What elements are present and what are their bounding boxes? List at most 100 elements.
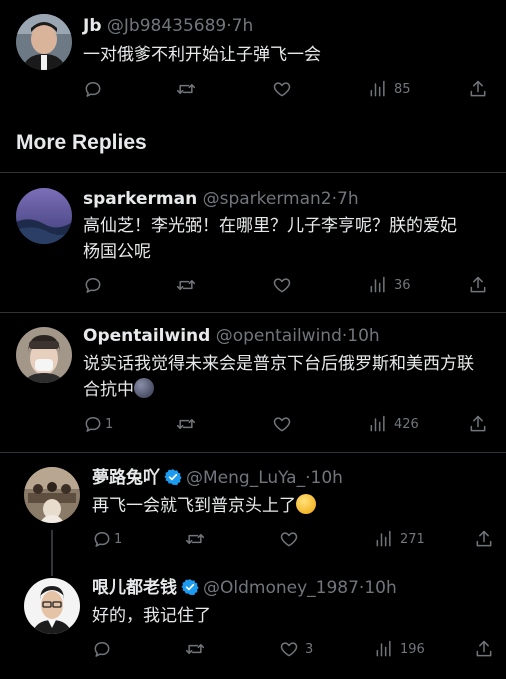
retweet-button[interactable] <box>176 78 196 100</box>
views-icon <box>370 80 385 97</box>
tweet-text: 说实话我觉得未来会是普京下台后俄罗斯和美西方联合抗中 <box>83 351 483 403</box>
tweet-jb[interactable]: Jb @Jb98435689·7h 一对俄爹不利开始让子弹飞一会 85 <box>0 0 506 110</box>
tweet-sparkerman[interactable]: sparkerman @sparkerman2·7h 高仙芝！李光弼！在哪里？儿… <box>0 173 506 311</box>
timestamp[interactable]: 10h <box>364 578 396 598</box>
share-button[interactable] <box>468 274 488 296</box>
share-icon <box>476 640 492 657</box>
handle[interactable]: @opentailwind <box>216 326 342 346</box>
reply-count: 1 <box>114 531 123 547</box>
views-icon <box>370 415 385 432</box>
views-icon <box>376 530 391 547</box>
retweet-button[interactable] <box>185 638 205 660</box>
handle[interactable]: @Meng_LuYa_ <box>186 468 305 488</box>
views-button[interactable]: 36 <box>368 274 411 296</box>
tweet-header: 夢路兔吖 @Meng_LuYa_·10h <box>92 467 343 492</box>
retweet-button[interactable] <box>176 413 196 435</box>
tweet-text: 再飞一会就飞到普京头上了 <box>92 493 502 519</box>
avatar[interactable] <box>24 467 80 523</box>
handle[interactable]: @Oldmoney_1987 <box>203 578 359 598</box>
reply-button[interactable]: 1 <box>83 413 113 435</box>
views-button[interactable]: 196 <box>374 638 425 660</box>
like-icon <box>273 82 291 97</box>
tweet-oldmoney[interactable]: 哏儿都老钱 @Oldmoney_1987·10h 好的，我记住了 3 196 <box>0 564 506 679</box>
tweet-opentailwind[interactable]: Opentailwind @opentailwind·10h 说实话我觉得未来会… <box>0 313 506 451</box>
reply-button[interactable] <box>83 274 109 296</box>
like-count: 3 <box>305 641 314 657</box>
views-count: 85 <box>394 81 411 97</box>
display-name[interactable]: Jb <box>83 16 102 36</box>
retweet-icon <box>176 84 196 94</box>
timestamp[interactable]: 7h <box>337 189 359 209</box>
tweet-menglu[interactable]: 夢路兔吖 @Meng_LuYa_·10h 再飞一会就飞到普京头上了 1 271 <box>0 453 506 563</box>
reply-button[interactable]: 1 <box>92 528 122 550</box>
views-count: 271 <box>400 531 425 547</box>
views-count: 426 <box>394 416 419 432</box>
like-icon <box>273 417 291 432</box>
share-button[interactable] <box>468 78 488 100</box>
tweet-header: sparkerman @sparkerman2·7h <box>83 188 359 210</box>
tweet-text: 一对俄爹不利开始让子弹飞一会 <box>83 45 321 65</box>
views-count: 36 <box>394 277 411 293</box>
action-bar: 1 426 <box>83 413 493 435</box>
timestamp[interactable]: 10h <box>311 468 343 488</box>
reply-icon <box>94 642 110 657</box>
reply-icon <box>85 417 101 432</box>
tweet-text: 好的，我记住了 <box>92 606 211 626</box>
reply-icon <box>85 278 101 293</box>
new-moon-face-icon <box>134 378 154 398</box>
retweet-icon <box>185 644 205 654</box>
retweet-icon <box>176 280 196 290</box>
views-count: 196 <box>400 641 425 657</box>
avatar[interactable] <box>16 14 72 70</box>
tweet-text-content: 再飞一会就飞到普京头上了 <box>92 496 296 516</box>
timestamp[interactable]: 7h <box>232 16 254 36</box>
handle[interactable]: @Jb98435689 <box>107 16 226 36</box>
like-icon <box>280 642 298 657</box>
like-button[interactable] <box>272 274 292 296</box>
avatar[interactable] <box>16 327 72 383</box>
verified-icon <box>164 468 182 492</box>
reply-button[interactable] <box>92 638 118 660</box>
retweet-button[interactable] <box>176 274 196 296</box>
display-name[interactable]: 夢路兔吖 <box>92 468 160 488</box>
views-icon <box>370 276 385 293</box>
share-icon <box>470 276 486 293</box>
tweet-header: Jb @Jb98435689·7h <box>83 15 253 37</box>
views-button[interactable]: 85 <box>368 78 411 100</box>
tweet-text: 高仙芝！李光弼！在哪里？儿子李亨呢？朕的爱妃 杨国公呢 <box>83 216 457 262</box>
like-button[interactable] <box>272 413 292 435</box>
reply-button[interactable] <box>83 78 109 100</box>
share-button[interactable] <box>474 638 494 660</box>
retweet-button[interactable] <box>185 528 205 550</box>
retweet-icon <box>185 534 205 544</box>
handle[interactable]: @sparkerman2 <box>203 189 332 209</box>
views-button[interactable]: 426 <box>368 413 419 435</box>
share-button[interactable] <box>468 413 488 435</box>
like-button[interactable]: 3 <box>279 638 313 660</box>
views-button[interactable]: 271 <box>374 528 425 550</box>
timestamp[interactable]: 10h <box>347 326 379 346</box>
like-icon <box>280 532 298 547</box>
reply-icon <box>94 532 110 547</box>
display-name[interactable]: 哏儿都老钱 <box>92 578 177 598</box>
like-icon <box>273 278 291 293</box>
share-button[interactable] <box>474 528 494 550</box>
retweet-icon <box>176 419 196 429</box>
avatar[interactable] <box>24 578 80 634</box>
action-bar: 85 <box>83 78 493 100</box>
like-button[interactable] <box>272 78 292 100</box>
like-button[interactable] <box>279 528 299 550</box>
views-icon <box>376 640 391 657</box>
share-icon <box>470 415 486 432</box>
avatar[interactable] <box>16 188 72 244</box>
reply-count: 1 <box>105 416 114 432</box>
display-name[interactable]: sparkerman <box>83 189 197 209</box>
share-icon <box>470 80 486 97</box>
verified-icon <box>181 578 199 602</box>
more-replies-heading: More Replies <box>16 131 147 154</box>
action-bar: 36 <box>83 274 493 296</box>
reply-icon <box>85 82 101 97</box>
display-name[interactable]: Opentailwind <box>83 326 210 346</box>
tweet-header: Opentailwind @opentailwind·10h <box>83 325 380 347</box>
action-bar: 3 196 <box>92 638 494 660</box>
